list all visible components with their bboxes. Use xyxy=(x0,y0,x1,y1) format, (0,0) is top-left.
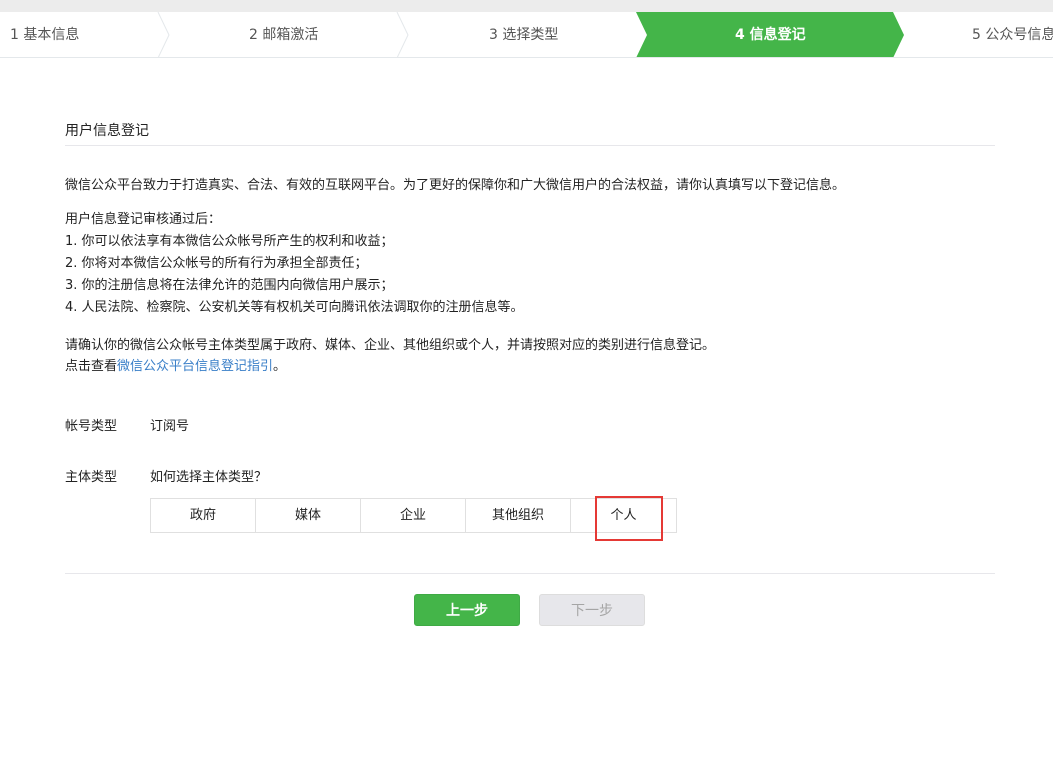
account-type-value: 订阅号 xyxy=(150,419,190,434)
top-bar xyxy=(0,0,1053,12)
step-progress-bar: 1 基本信息 2 邮箱激活 3 选择类型 4 信息登记 5 公众号信息 xyxy=(0,12,1053,58)
subject-type-help-link[interactable]: 如何选择主体类型？ xyxy=(150,466,267,485)
guide-suffix: 。 xyxy=(273,359,287,374)
review-item: 2. 你将对本微信公众帐号的所有行为承担全部责任； xyxy=(65,256,368,271)
next-step-button[interactable]: 下一步 xyxy=(539,594,645,626)
subject-type-government[interactable]: 政府 xyxy=(151,499,256,532)
guide-line: 点击查看微信公众平台信息登记指引。 xyxy=(65,356,286,378)
subject-type-media[interactable]: 媒体 xyxy=(256,499,361,532)
guide-prefix: 点击查看 xyxy=(65,359,118,374)
step-separator xyxy=(396,12,409,57)
review-item: 3. 你的注册信息将在法律允许的范围内向微信用户展示； xyxy=(65,278,394,293)
step-basic-info: 1 基本信息 xyxy=(10,27,80,43)
intro-text: 微信公众平台致力于打造真实、合法、有效的互联网平台。为了更好的保障你和广大微信用… xyxy=(65,178,846,193)
subject-type-enterprise[interactable]: 企业 xyxy=(361,499,466,532)
prev-step-button[interactable]: 上一步 xyxy=(414,594,520,626)
step-account-info: 5 公众号信息 xyxy=(972,27,1053,43)
review-item: 1. 你可以依法享有本微信公众帐号所产生的权利和收益； xyxy=(65,234,394,249)
section-title: 用户信息登记 xyxy=(65,123,149,139)
guide-link[interactable]: 微信公众平台信息登记指引 xyxy=(117,359,273,374)
step-email-activation: 2 邮箱激活 xyxy=(249,27,319,43)
review-item: 4. 人民法院、检察院、公安机关等有权机关可向腾讯依法调取你的注册信息等。 xyxy=(65,300,524,315)
divider xyxy=(65,145,995,146)
confirm-text: 请确认你的微信公众帐号主体类型属于政府、媒体、企业、其他组织或个人，并请按照对应… xyxy=(65,338,716,353)
step-separator xyxy=(157,12,170,57)
subject-type-other-org[interactable]: 其他组织 xyxy=(466,499,571,532)
step-select-type: 3 选择类型 xyxy=(489,27,559,43)
divider xyxy=(65,573,995,574)
highlight-box xyxy=(595,496,663,541)
step-info-registration: 4 信息登记 xyxy=(735,27,806,43)
review-heading: 用户信息登记审核通过后： xyxy=(65,212,222,227)
subject-type-label: 主体类型 xyxy=(65,470,118,485)
account-type-label: 帐号类型 xyxy=(65,419,118,434)
